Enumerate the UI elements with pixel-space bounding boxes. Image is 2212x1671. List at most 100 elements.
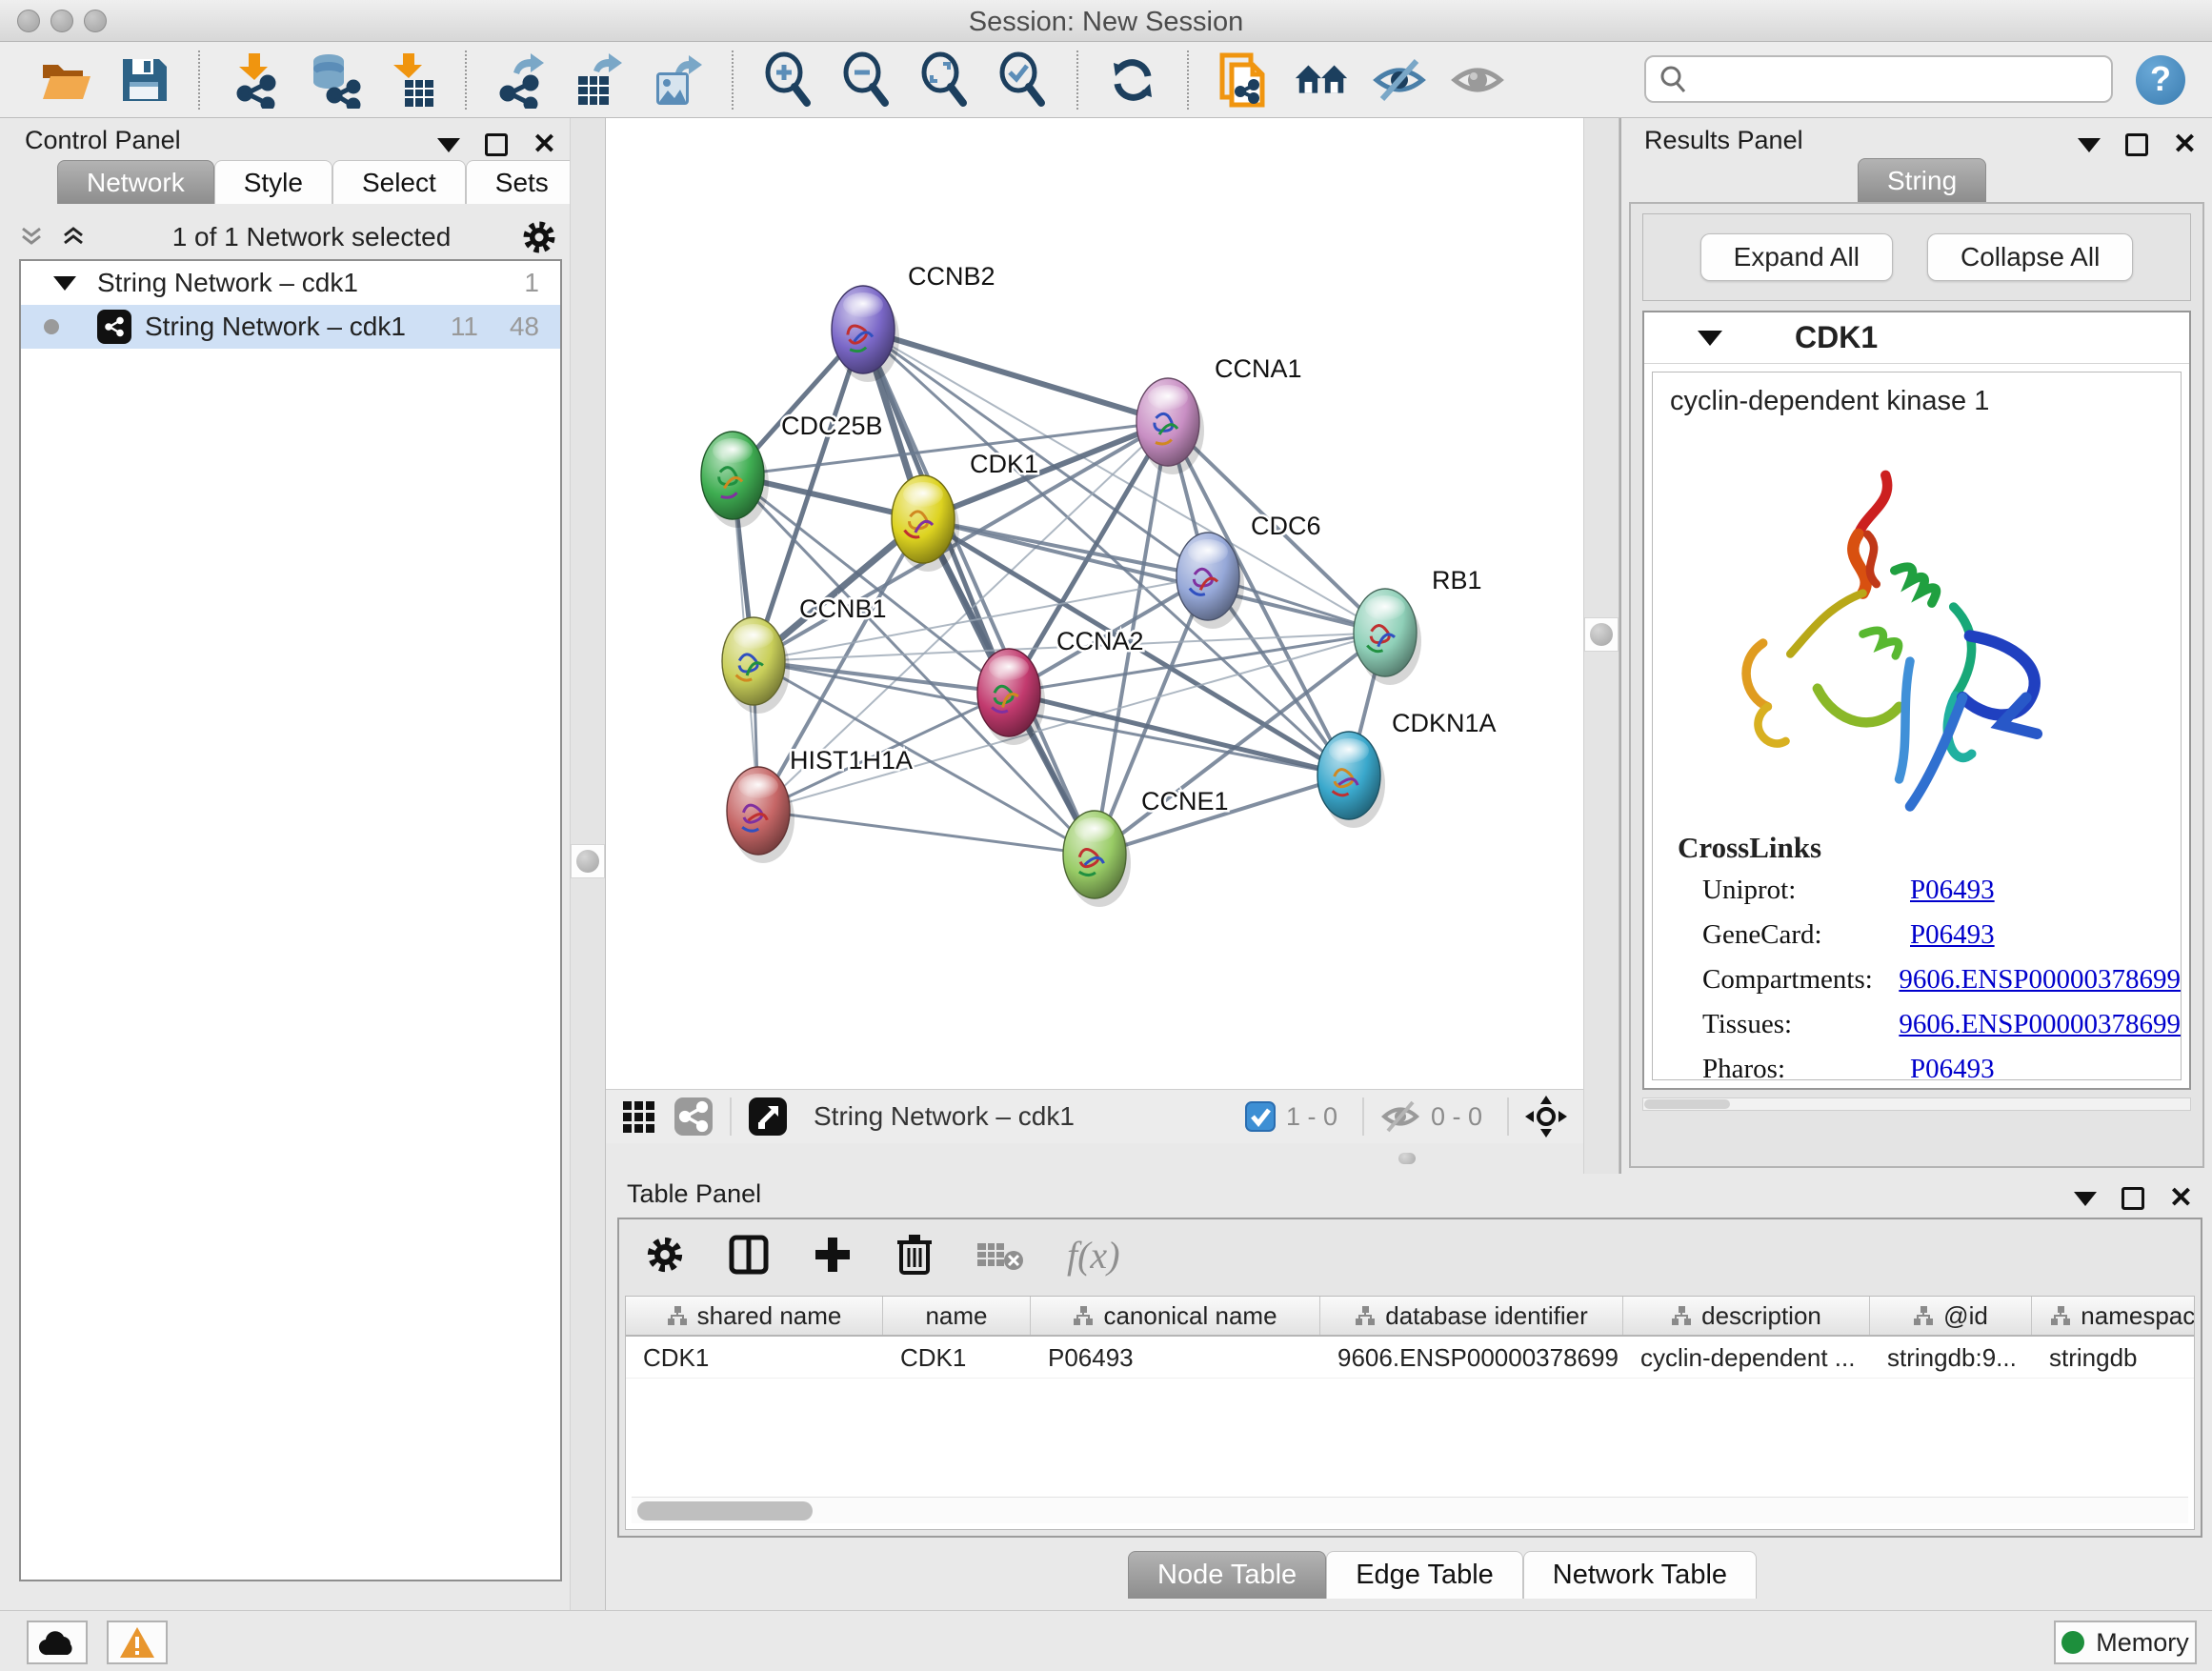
delete-column-icon[interactable] [895,1233,934,1277]
maximize-panel-icon[interactable] [485,133,508,156]
open-session-button[interactable] [36,50,95,110]
column-header--id[interactable]: @id [1870,1297,2032,1335]
tab-network[interactable]: Network [57,160,214,204]
network-view-icon[interactable] [673,1096,714,1137]
column-header-shared-name[interactable]: shared name [626,1297,883,1335]
column-header-database-identifier[interactable]: database identifier [1320,1297,1623,1335]
zoom-in-button[interactable] [758,50,817,110]
search-input[interactable] [1690,65,2090,94]
table-cell[interactable]: cyclin-dependent ... [1623,1337,1870,1378]
add-column-icon[interactable] [812,1234,854,1276]
hidden-eye-icon[interactable] [1379,1097,1421,1136]
crosslink-value-link[interactable]: 9606.ENSP00000378699 [1899,1009,2181,1040]
tab-network-table[interactable]: Network Table [1523,1551,1757,1599]
collection-expand-icon[interactable] [53,276,76,291]
crosslink-value-link[interactable]: P06493 [1910,1054,1995,1080]
zoom-fit-icon [917,51,971,109]
export-network-button[interactable] [492,50,551,110]
crosslink-row: Pharos:P06493 [1678,1054,2181,1080]
section-collapse-icon[interactable] [1698,331,1722,346]
search-icon [1658,63,1690,95]
maximize-panel-icon[interactable] [2122,1187,2144,1210]
import-network-from-database-button[interactable] [303,50,362,110]
table-cell[interactable]: 9606.ENSP00000378699 [1320,1337,1623,1378]
tab-string[interactable]: String [1858,158,1986,202]
import-table-button[interactable] [381,50,440,110]
export-table-button[interactable] [570,50,629,110]
close-panel-icon[interactable]: ✕ [2173,133,2197,156]
column-header-description[interactable]: description [1623,1297,1870,1335]
close-panel-icon[interactable]: ✕ [533,133,556,156]
network-options-gear-icon[interactable] [520,218,558,256]
table-cell[interactable]: stringdb [2032,1337,2195,1378]
network-graph[interactable]: CCNB2CCNA1CDC25BCDK1CDC6RB1CCNB1CCNA2CDK… [606,118,1583,1089]
warning-status-button[interactable] [107,1621,168,1664]
selected-checkbox-icon[interactable] [1244,1100,1277,1133]
network-collection-row[interactable]: String Network – cdk1 1 [21,261,560,305]
fit-selection-crosshair-icon[interactable] [1524,1095,1568,1138]
import-table-icon [384,51,437,109]
network-type-icon [97,310,131,344]
first-neighbors-button[interactable] [1292,50,1351,110]
zoom-fit-button[interactable] [915,50,974,110]
table-cell[interactable]: CDK1 [883,1337,1031,1378]
column-header-name[interactable]: name [883,1297,1031,1335]
refresh-button[interactable] [1103,50,1162,110]
float-panel-icon[interactable] [437,138,460,152]
show-all-button[interactable] [1448,50,1507,110]
hide-selected-button[interactable] [1370,50,1429,110]
tab-sets[interactable]: Sets [466,160,578,204]
birds-eye-view-icon[interactable] [747,1096,789,1137]
left-splitter[interactable] [570,118,606,1610]
function-builder-icon[interactable]: f(x) [1067,1233,1120,1278]
tab-style[interactable]: Style [214,160,332,204]
tab-node-table[interactable]: Node Table [1128,1551,1326,1599]
close-panel-icon[interactable]: ✕ [2169,1187,2193,1210]
save-session-button[interactable] [114,50,173,110]
node-label: CDKN1A [1392,709,1497,737]
cloud-status-button[interactable] [27,1621,88,1664]
results-hscrollbar[interactable] [1642,1097,2191,1111]
gene-name: CDK1 [1795,320,1878,355]
toolbar-separator [465,50,467,110]
column-header-namespace[interactable]: namespace [2032,1297,2195,1335]
crosslink-value-link[interactable]: 9606.ENSP00000378699 [1899,964,2181,996]
collapse-all-button[interactable]: Collapse All [1927,233,2133,281]
float-panel-icon[interactable] [2078,138,2101,152]
network-view-toolbar: String Network – cdk1 1 - 0 0 - 0 [606,1089,1583,1143]
maximize-panel-icon[interactable] [2125,133,2148,156]
expand-all-icon[interactable] [61,225,86,250]
table-cell[interactable]: CDK1 [626,1337,883,1378]
search-box[interactable] [1644,55,2113,103]
tab-edge-table[interactable]: Edge Table [1326,1551,1523,1599]
zoom-out-button[interactable] [836,50,895,110]
crosslink-value-link[interactable]: P06493 [1910,919,1995,951]
export-image-button[interactable] [648,50,707,110]
table-cell[interactable]: P06493 [1031,1337,1320,1378]
copy-network-button[interactable] [1214,50,1273,110]
float-panel-icon[interactable] [2074,1192,2097,1206]
crosslink-value-link[interactable]: P06493 [1910,875,1995,906]
table-options-gear-icon[interactable] [644,1234,686,1276]
delete-table-icon[interactable] [975,1236,1025,1274]
table-cell[interactable]: stringdb:9... [1870,1337,2032,1378]
network-row[interactable]: String Network – cdk1 11 48 [21,305,560,349]
table-hscrollbar[interactable] [632,1497,2188,1523]
table-row[interactable]: CDK1CDK1P064939606.ENSP00000378699cyclin… [626,1337,2194,1379]
gene-section-header[interactable]: CDK1 [1644,312,2189,364]
network-canvas[interactable]: CCNB2CCNA1CDC25BCDK1CDC6RB1CCNB1CCNA2CDK… [606,118,1583,1089]
expand-all-button[interactable]: Expand All [1700,233,1893,281]
zoom-selected-button[interactable] [993,50,1052,110]
right-splitter-handle[interactable] [1584,617,1619,652]
tab-select[interactable]: Select [332,160,466,204]
help-button[interactable]: ? [2136,55,2185,105]
import-network-button[interactable] [225,50,284,110]
memory-button[interactable]: Memory [2054,1621,2197,1664]
column-header-canonical-name[interactable]: canonical name [1031,1297,1320,1335]
show-columns-icon[interactable] [728,1234,770,1276]
horizontal-splitter-handle[interactable] [1398,1153,1416,1164]
network-label: String Network – cdk1 [145,312,406,342]
left-splitter-handle[interactable] [571,844,605,878]
collapse-all-icon[interactable] [19,225,44,250]
grid-view-icon[interactable] [621,1097,659,1136]
